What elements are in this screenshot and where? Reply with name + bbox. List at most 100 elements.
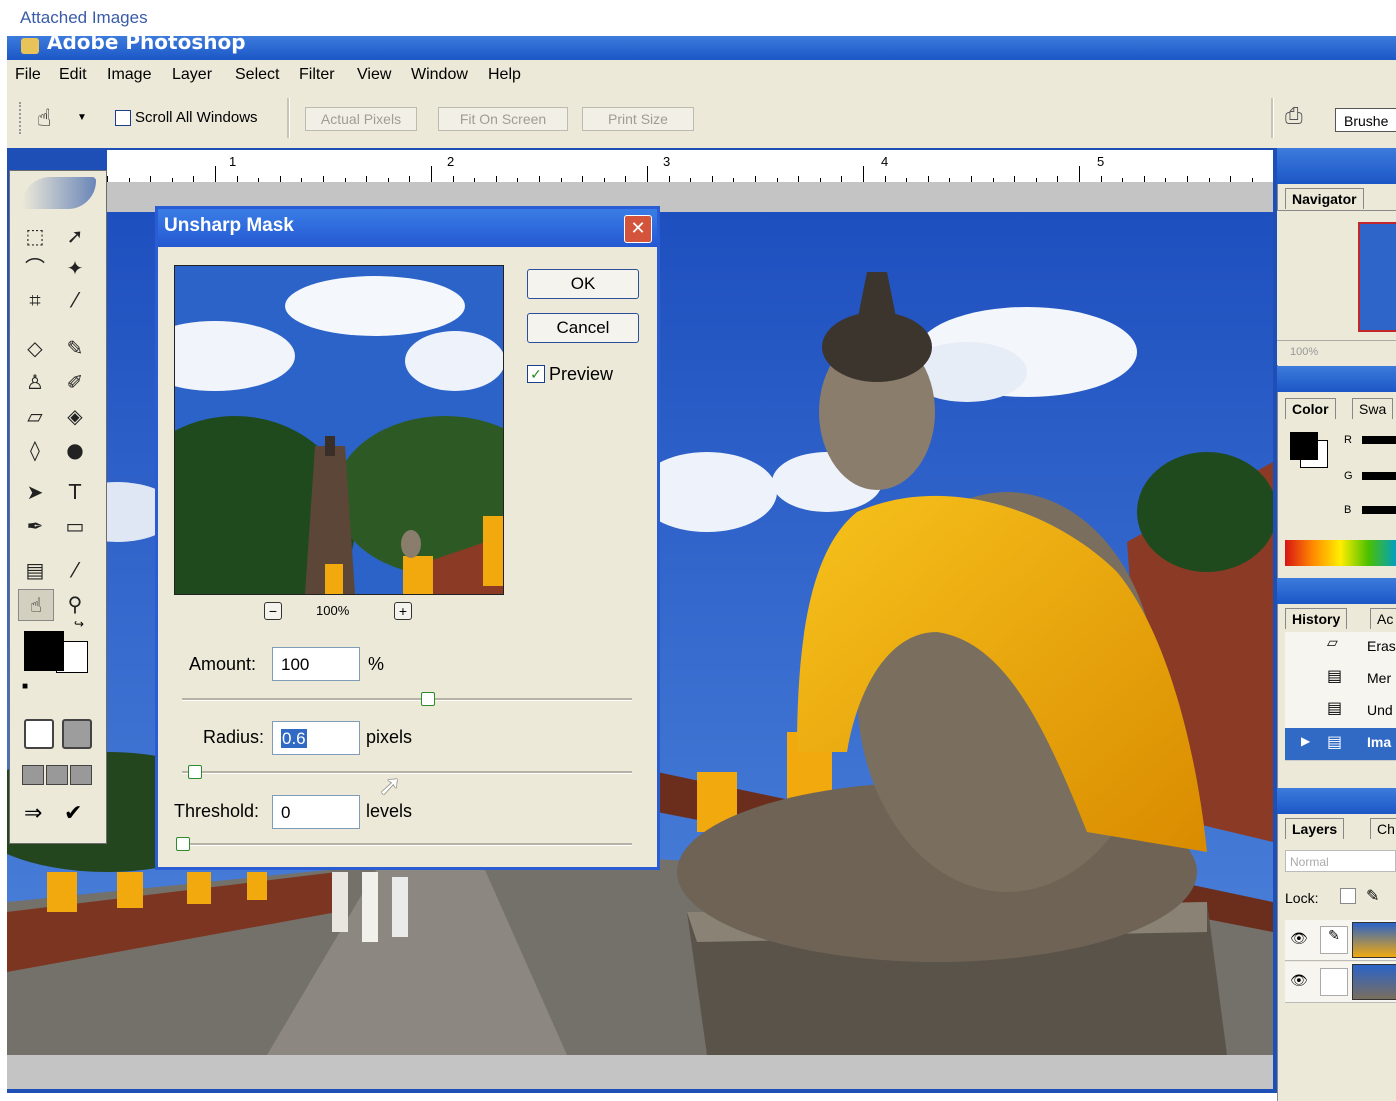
brushes-palette-tab[interactable]: Brushe xyxy=(1335,108,1396,132)
amount-slider-track[interactable] xyxy=(182,698,632,701)
menu-image[interactable]: Image xyxy=(107,66,151,84)
options-bar-grip[interactable] xyxy=(19,102,24,134)
menu-filter[interactable]: Filter xyxy=(299,66,335,84)
menu-window[interactable]: Window xyxy=(411,66,468,84)
menu-edit[interactable]: Edit xyxy=(59,66,87,84)
zoom-tool-icon[interactable]: ⚲ xyxy=(58,589,92,619)
filter-preview-window[interactable] xyxy=(174,265,504,595)
healing-brush-tool-icon[interactable]: ◇ xyxy=(18,333,52,363)
hand-tool-icon[interactable]: ☝ xyxy=(37,104,52,132)
history-item-selected[interactable]: ▶ ▤ Ima xyxy=(1285,728,1396,761)
options-separator xyxy=(287,98,290,138)
zoom-in-button[interactable]: + xyxy=(394,602,412,620)
history-tab[interactable]: History xyxy=(1285,608,1348,629)
layer-brush-link-icon[interactable]: ✎ xyxy=(1320,926,1348,954)
hand-tool-selected-icon[interactable]: ☝ xyxy=(18,589,54,621)
amount-input[interactable]: 100 xyxy=(272,647,360,681)
dialog-title-bar[interactable]: Unsharp Mask ✕ xyxy=(158,209,657,247)
slice-tool-icon[interactable]: ⁄ xyxy=(58,285,92,315)
channels-tab[interactable]: Ch xyxy=(1370,818,1396,839)
zoom-out-button[interactable]: − xyxy=(264,602,282,620)
channel-r-slider[interactable] xyxy=(1362,436,1396,444)
navigator-zoom-value[interactable]: 100% xyxy=(1290,346,1318,358)
navigator-tab[interactable]: Navigator xyxy=(1285,188,1364,209)
brush-tool-icon[interactable]: ✎ xyxy=(58,333,92,363)
channel-g-slider[interactable] xyxy=(1362,472,1396,480)
magic-wand-tool-icon[interactable]: ✦ xyxy=(58,253,92,283)
swatches-tab[interactable]: Swa xyxy=(1352,398,1394,419)
jump-check-icon[interactable]: ✔ xyxy=(64,801,82,826)
crop-tool-icon[interactable]: ⌗ xyxy=(18,285,52,315)
layer-thumbnail-background[interactable] xyxy=(1352,964,1396,1000)
history-item[interactable]: ▱ Eras xyxy=(1285,632,1396,665)
menu-file[interactable]: File xyxy=(15,66,41,84)
layers-tab[interactable]: Layers xyxy=(1285,818,1345,839)
ok-button[interactable]: OK xyxy=(527,269,639,299)
horizontal-ruler[interactable]: 1 2 3 4 5 xyxy=(107,150,1273,183)
layer-visibility-eye-icon[interactable]: 👁 xyxy=(1290,972,1308,989)
navigator-view-box[interactable] xyxy=(1358,222,1396,332)
clone-stamp-tool-icon[interactable]: ♙ xyxy=(18,367,52,397)
ruler-tick xyxy=(1079,166,1080,182)
menu-help[interactable]: Help xyxy=(488,66,521,84)
eyedropper-tool-icon[interactable]: ⁄ xyxy=(58,555,92,585)
history-item[interactable]: ▤ Mer xyxy=(1285,664,1396,697)
radius-input[interactable]: 0.6 xyxy=(272,721,360,755)
lasso-tool-icon[interactable]: ⌒ xyxy=(18,253,52,283)
default-colors-icon[interactable]: ■ xyxy=(22,681,28,692)
threshold-slider-track[interactable] xyxy=(182,843,632,846)
history-brush-tool-icon[interactable]: ✐ xyxy=(58,367,92,397)
channel-b-slider[interactable] xyxy=(1362,506,1396,514)
jump-to-imageready-icon[interactable]: ⇒ xyxy=(24,801,42,826)
lock-transparency-icon[interactable] xyxy=(1340,888,1356,904)
menu-view[interactable]: View xyxy=(357,66,391,84)
notes-tool-icon[interactable]: ▤ xyxy=(18,555,52,585)
file-browser-icon[interactable]: ⎙ xyxy=(1285,104,1303,129)
blend-mode-dropdown[interactable]: Normal xyxy=(1285,850,1396,872)
color-ramp[interactable] xyxy=(1285,540,1396,566)
tool-preset-dropdown-icon[interactable]: ▼ xyxy=(77,112,87,123)
history-item[interactable]: ▤ Und xyxy=(1285,696,1396,729)
scroll-all-windows-checkbox[interactable] xyxy=(115,110,131,126)
screen-mode-full-icon[interactable] xyxy=(70,765,92,785)
actions-tab[interactable]: Ac xyxy=(1370,608,1396,629)
lock-paint-icon[interactable]: ✎ xyxy=(1366,886,1379,906)
path-selection-tool-icon[interactable]: ➤ xyxy=(18,477,52,507)
history-unsharp-icon: ▤ xyxy=(1327,700,1343,717)
color-tab[interactable]: Color xyxy=(1285,398,1336,419)
cancel-button[interactable]: Cancel xyxy=(527,313,639,343)
forum-attached-images-caption: Attached Images xyxy=(20,8,148,27)
amount-slider-thumb[interactable] xyxy=(421,692,435,706)
screen-mode-standard-icon[interactable] xyxy=(22,765,44,785)
rectangle-shape-tool-icon[interactable]: ▭ xyxy=(58,511,92,541)
eraser-tool-icon[interactable]: ▱ xyxy=(18,401,52,431)
screen-mode-full-menu-icon[interactable] xyxy=(46,765,68,785)
menu-select[interactable]: Select xyxy=(235,66,279,84)
type-tool-icon[interactable]: T xyxy=(58,477,92,507)
paint-bucket-tool-icon[interactable]: ◈ xyxy=(58,401,92,431)
radius-slider-thumb[interactable] xyxy=(188,765,202,779)
layer-thumbnail-top[interactable] xyxy=(1352,922,1396,958)
pen-tool-icon[interactable]: ✒ xyxy=(18,511,52,541)
print-size-button[interactable]: Print Size xyxy=(582,107,694,131)
dodge-tool-icon[interactable]: ● xyxy=(58,435,92,465)
radius-slider-track[interactable] xyxy=(182,771,632,774)
color-fg-swatch[interactable] xyxy=(1290,432,1318,460)
preview-checkbox[interactable]: ✓ xyxy=(527,365,545,383)
menu-layer[interactable]: Layer xyxy=(172,66,212,84)
marquee-tool-icon[interactable]: ⬚ xyxy=(18,221,52,251)
amount-label: Amount: xyxy=(189,654,257,674)
layer-visibility-eye-icon[interactable]: 👁 xyxy=(1290,930,1308,947)
standard-mode-icon[interactable] xyxy=(24,719,54,749)
layer-link-box[interactable] xyxy=(1320,968,1348,996)
threshold-slider-thumb[interactable] xyxy=(176,837,190,851)
threshold-input[interactable]: 0 xyxy=(272,795,360,829)
quick-mask-mode-icon[interactable] xyxy=(62,719,92,749)
foreground-color-swatch[interactable] xyxy=(24,631,64,671)
actual-pixels-button[interactable]: Actual Pixels xyxy=(305,107,417,131)
swap-colors-icon[interactable]: ↪ xyxy=(74,617,84,631)
blur-tool-icon[interactable]: ◊ xyxy=(18,435,52,465)
dialog-close-icon[interactable]: ✕ xyxy=(624,215,652,243)
move-tool-icon[interactable]: ➚ xyxy=(58,221,92,251)
fit-on-screen-button[interactable]: Fit On Screen xyxy=(438,107,568,131)
